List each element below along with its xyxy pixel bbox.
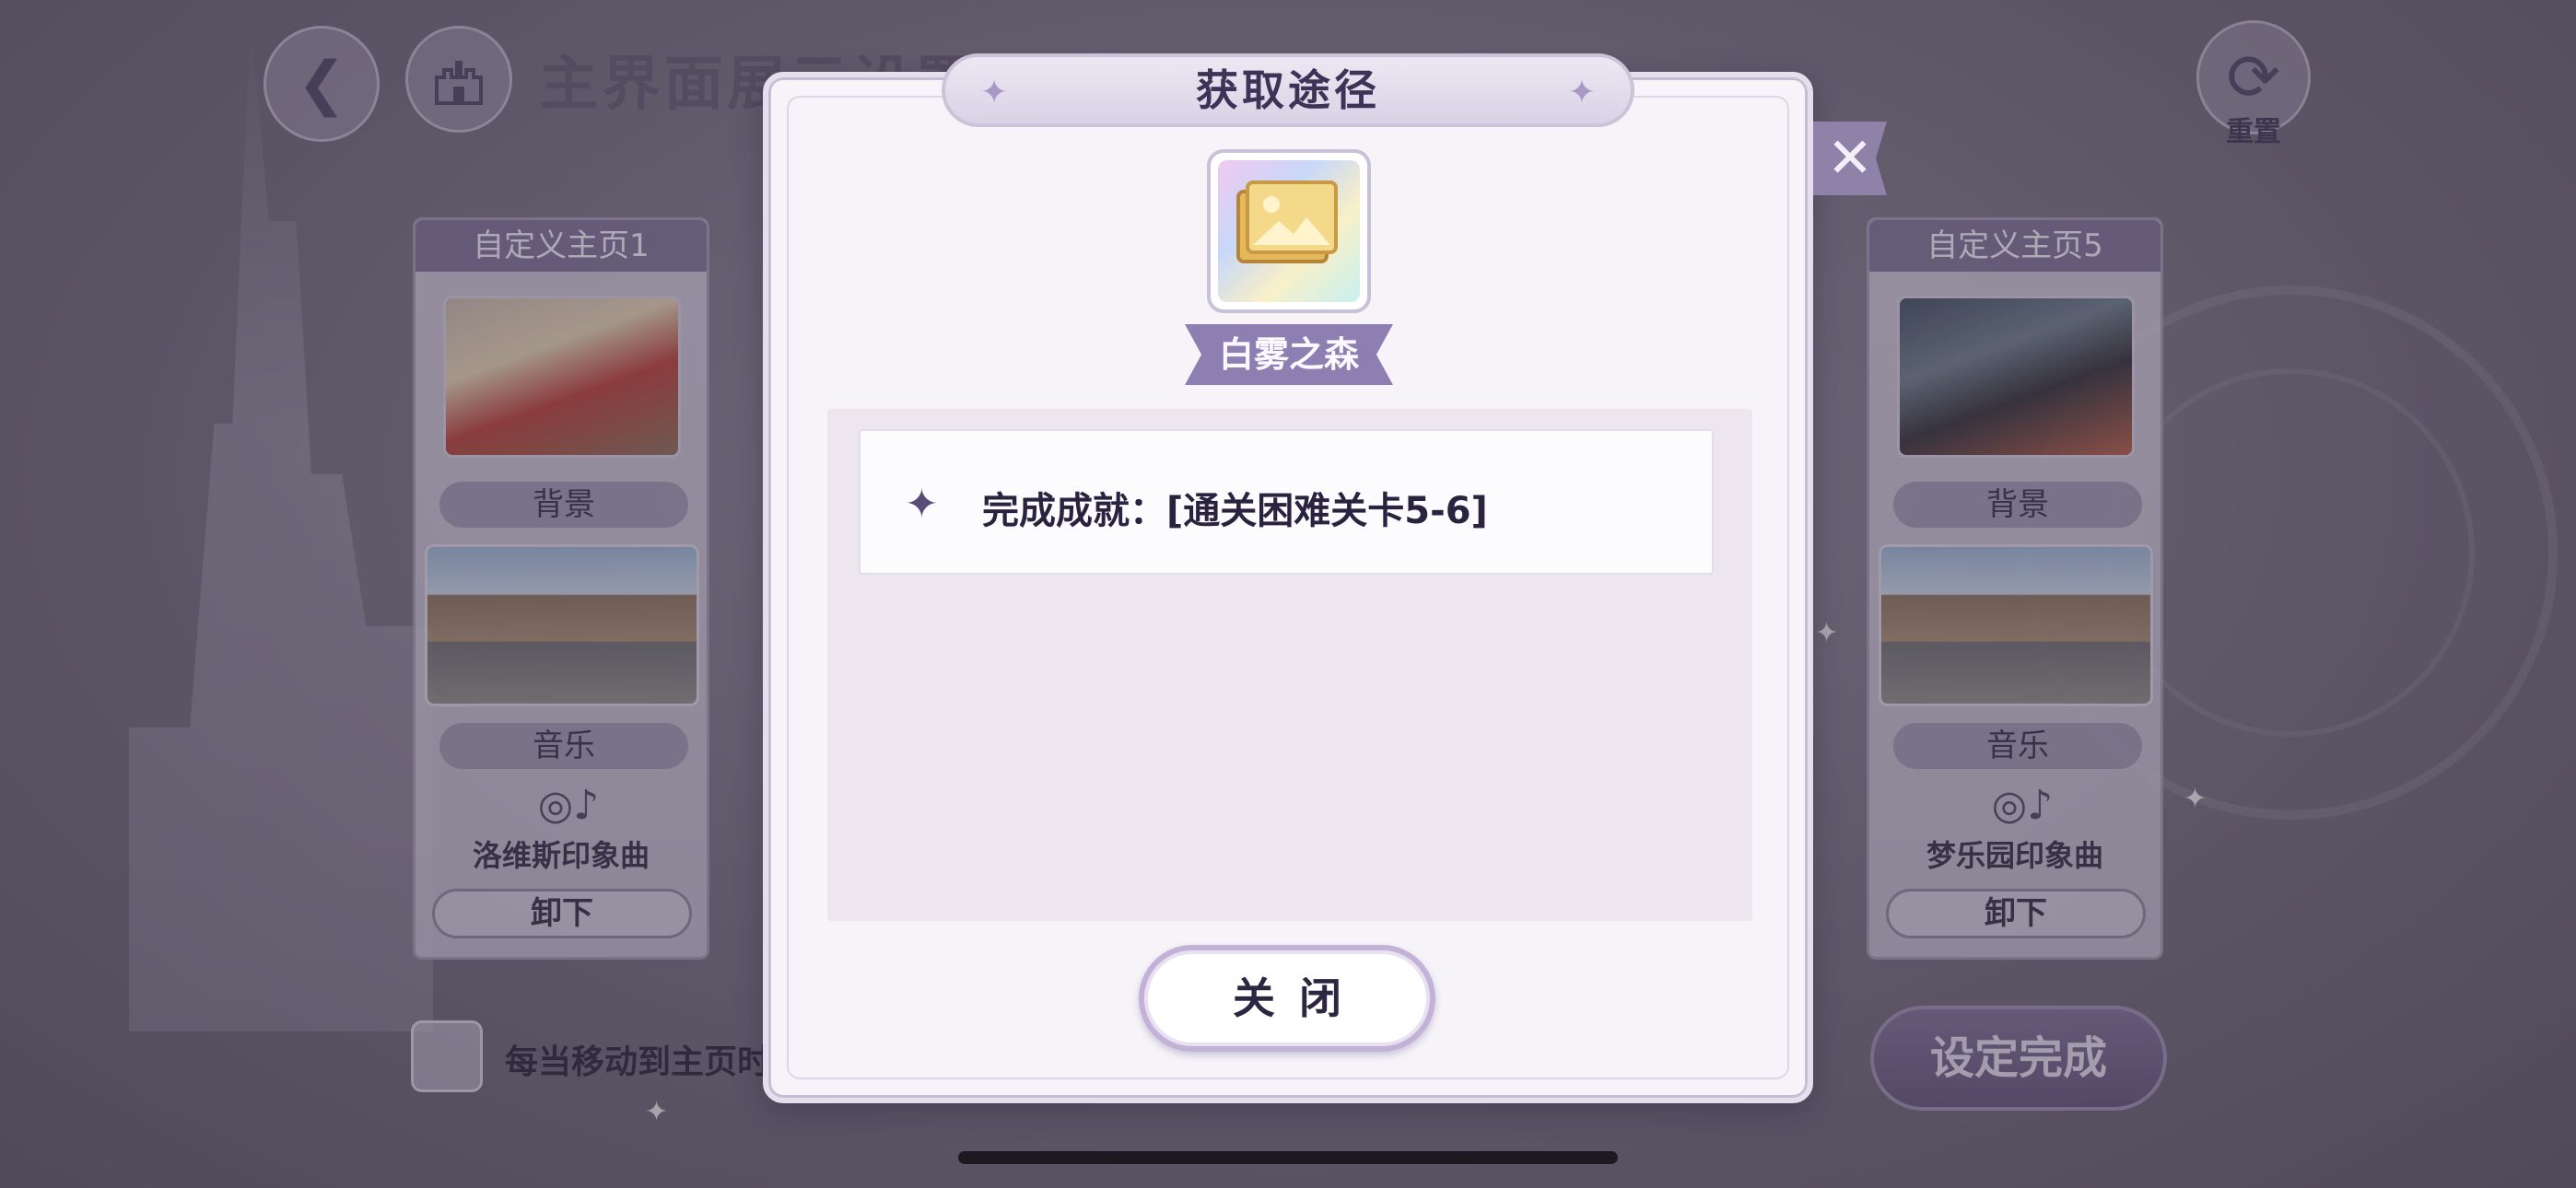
home-indicator[interactable] bbox=[958, 1151, 1618, 1164]
close-button-label: 关闭 bbox=[1233, 973, 1365, 1023]
source-text: 完成成就：[通关困难关卡5-6] bbox=[982, 490, 1488, 532]
image-icon bbox=[1236, 181, 1338, 263]
modal-title: 获取途径 bbox=[1196, 65, 1380, 115]
star-icon: ✦ bbox=[1567, 74, 1596, 111]
star-icon: ✦ bbox=[905, 481, 939, 528]
modal-header: ✦ 获取途径 ✦ bbox=[942, 53, 1634, 127]
close-button[interactable]: 关闭 bbox=[1139, 945, 1435, 1052]
item-icon bbox=[1207, 149, 1371, 313]
star-icon: ✦ bbox=[980, 74, 1009, 111]
item-name-ribbon: 白雾之森 bbox=[1185, 324, 1393, 385]
close-icon[interactable]: ✕ bbox=[1813, 122, 1887, 195]
